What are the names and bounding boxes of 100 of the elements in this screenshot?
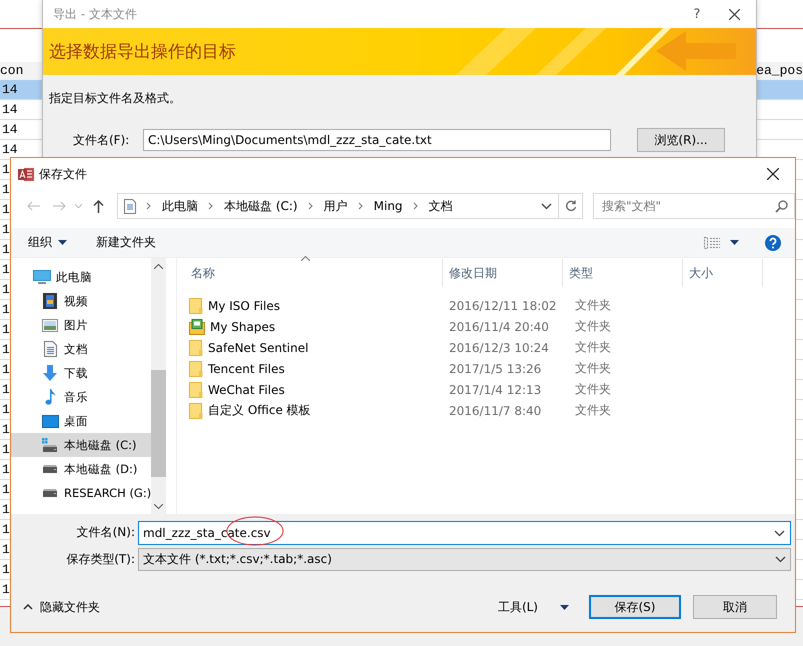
table-cell-text: 1 [1,381,10,399]
address-bar[interactable]: 此电脑 本地磁盘 (C:) 用户 Ming 文档 [117,193,560,219]
drive-icon [42,489,58,497]
document-icon [124,198,136,214]
table-cell-text: 1 [1,561,10,579]
scroll-up-icon[interactable] [154,264,164,268]
table-cell-text: 1 [1,401,10,419]
chevron-icon [412,202,419,210]
dropdown-icon[interactable] [775,556,786,563]
caret-icon[interactable] [730,240,739,245]
text-file-icon [44,341,56,357]
table-cell-text: 1 [1,461,10,479]
search-icon[interactable] [774,200,788,213]
table-cell-text: 1 [1,481,10,499]
file-type: 文件夹 [575,361,611,375]
file-name: SafeNet Sentinel [208,340,308,354]
table-cell-text: 14 [1,101,18,119]
refresh-icon[interactable] [564,200,577,212]
modified-date: 2016/11/7 8:40 [449,404,542,418]
caret-icon[interactable] [58,240,67,245]
nav-item[interactable]: 此电脑 [11,265,152,289]
breadcrumb-item[interactable]: Ming [374,199,403,213]
file-name: 自定义 Office 模板 [208,402,311,419]
tools-menu[interactable]: 工具(L) [498,598,569,616]
window-title: 保存文件 [39,166,87,182]
field-label: 文件名(N): [76,524,136,541]
file-row[interactable]: My Shapes 2016/11/4 20:40 文件夹 [189,316,795,337]
file-type-select[interactable]: 文本文件 (*.txt;*.csv;*.tab;*.asc) [138,548,791,571]
browse-button[interactable]: 浏览(R)... [637,128,725,152]
table-cell-text: 1 [1,281,10,299]
nav-item[interactable]: 桌面 [11,409,152,433]
nav-item[interactable]: 图片 [11,313,152,337]
nav-item[interactable]: 视频 [11,289,152,313]
breadcrumb-item[interactable]: 用户 [324,198,348,214]
nav-item[interactable]: 下载 [11,361,152,385]
scrollbar[interactable] [151,258,166,514]
sort-icon [301,256,310,261]
field-label: 保存类型(T): [65,551,136,568]
search-field[interactable]: 搜索"文档" [592,193,795,219]
modified-date: 2016/11/4 20:40 [449,320,549,334]
file-row[interactable]: SafeNet Sentinel 2016/12/3 10:24 文件夹 [189,337,795,358]
column-header[interactable]: 修改日期 [443,259,563,287]
file-name: My Shapes [210,320,276,334]
file-row[interactable]: 自定义 Office 模板 2016/11/7 8:40 文件夹 [189,400,795,421]
folder-icon [189,298,203,314]
nav-item[interactable]: 本地磁盘 (C:) [11,433,152,457]
close-icon[interactable] [728,8,740,20]
field-label: 文件名(F): [73,132,130,148]
instruction-text: 指定目标文件名及格式。 [49,90,182,107]
banner-heading: 选择数据导出操作的目标 [48,41,236,63]
view-icon[interactable] [704,236,720,248]
file-name-field[interactable]: C:\Users\Ming\Documents\mdl_zzz_sta_cate.txt [143,129,611,151]
film-icon [43,293,57,309]
column-header[interactable]: 名称 [189,259,443,287]
file-name: Tencent Files [208,362,285,376]
help-icon[interactable] [765,234,781,250]
save-button[interactable]: 保存(S) [589,595,681,619]
table-cell-text: 1 [1,201,10,219]
table-cell-text: 1 [1,321,10,339]
help-button[interactable]: ? [682,6,712,22]
file-row[interactable]: My ISO Files 2016/12/11 18:02 文件夹 [189,295,795,316]
scroll-down-icon[interactable] [154,504,164,508]
folder-icon [189,360,203,376]
table-cell-text: 1 [1,181,10,199]
cancel-button[interactable]: 取消 [693,595,777,619]
hide-folders-button[interactable]: 隐藏文件夹 [23,598,100,616]
nav-item[interactable]: 本地磁盘 (D:) [11,457,152,481]
dropdown-icon[interactable] [774,530,785,536]
table-cell-text: 1 [1,241,10,259]
table-cell-text: 1 [1,521,10,539]
chevron-icon [308,202,314,210]
organize-menu[interactable]: 组织 [28,234,67,251]
drive-icon [42,465,58,473]
table-cell-text: 1 [1,361,10,379]
nav-item[interactable]: RESEARCH (G:) [11,481,152,505]
table-cell-text: 14 [1,81,18,99]
breadcrumb-item[interactable]: 文档 [428,198,453,214]
table-cell-text: 1 [1,261,10,279]
nav-item[interactable]: 音乐 [11,385,152,409]
dropdown-icon[interactable] [541,202,552,210]
column-header[interactable]: 大小 [683,259,763,287]
table-cell-text: 1 [1,501,10,519]
nav-item[interactable]: 文档 [11,337,152,361]
table-cell-text: 1 [1,581,10,599]
table-cell-text: 1 [1,441,10,459]
app-icon [18,166,34,182]
table-cell-text: 1 [1,421,10,439]
file-row[interactable]: WeChat Files 2017/1/4 12:13 文件夹 [189,379,795,400]
column-header[interactable]: 类型 [563,259,683,287]
caret-icon[interactable] [560,604,569,610]
file-type: 文件夹 [575,382,611,396]
close-icon[interactable] [767,168,779,180]
picture-icon [42,318,58,332]
breadcrumb-item[interactable]: 本地磁盘 (C:) [224,198,298,214]
new-folder-button[interactable]: 新建文件夹 [96,234,156,251]
file-row[interactable]: Tencent Files 2017/1/5 13:26 文件夹 [189,358,795,379]
chevron-icon [146,202,152,210]
breadcrumb-item[interactable]: 此电脑 [162,198,198,214]
up-arrow-icon[interactable] [92,200,104,212]
file-type: 文件夹 [575,340,611,354]
